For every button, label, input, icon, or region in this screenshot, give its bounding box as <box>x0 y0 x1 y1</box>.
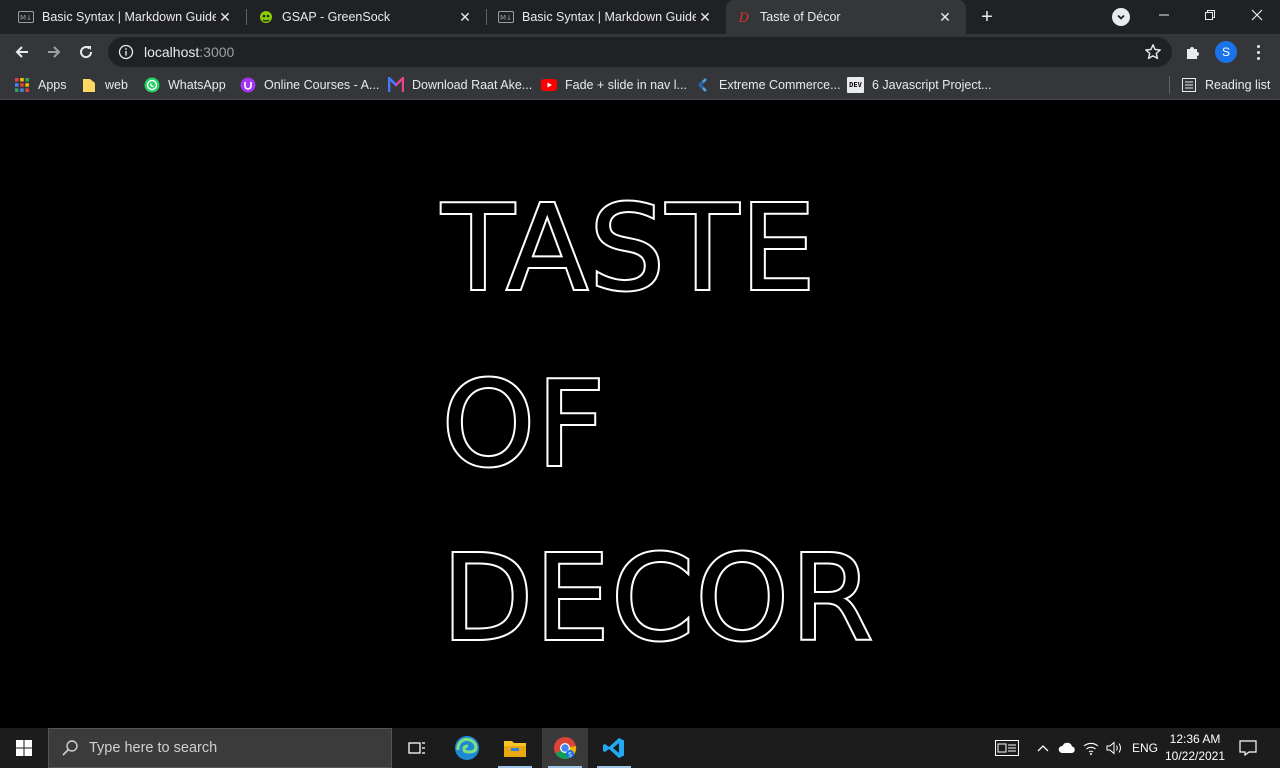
bookmark-fade-slide[interactable]: Fade + slide in nav l... <box>541 75 687 95</box>
tab-close-icon[interactable]: ✕ <box>936 8 954 26</box>
reading-list-icon <box>1181 77 1197 93</box>
tab-markdown-guide-2[interactable]: M↓ Basic Syntax | Markdown Guide ✕ <box>480 0 726 34</box>
forward-arrow-icon[interactable] <box>40 38 68 66</box>
markdown-icon: M↓ <box>498 9 514 25</box>
bookmark-label: 6 Javascript Project... <box>872 78 992 92</box>
browser-menu-icon[interactable] <box>1249 42 1267 62</box>
bookmark-online-courses[interactable]: Online Courses - A... <box>240 75 379 95</box>
reading-list-label: Reading list <box>1205 78 1271 92</box>
system-clock[interactable]: 12:36 AM 10/22/2021 <box>1162 731 1228 765</box>
clock-date: 10/22/2021 <box>1164 749 1226 763</box>
bookmark-label: web <box>105 78 128 92</box>
vscode-icon[interactable] <box>591 728 637 768</box>
task-view-icon[interactable] <box>394 728 440 768</box>
edge-browser-icon[interactable] <box>444 728 490 768</box>
hero-line-of: OF <box>440 355 607 493</box>
bookmark-extreme-commerce[interactable]: Extreme Commerce... <box>695 75 841 95</box>
tab-close-icon[interactable]: ✕ <box>456 8 474 26</box>
address-bar[interactable]: localhost:3000 <box>108 37 1172 67</box>
close-window-icon[interactable] <box>1234 0 1280 30</box>
tab-close-icon[interactable]: ✕ <box>216 8 234 26</box>
decor-d-icon: D <box>736 9 752 25</box>
tab-taste-of-decor[interactable]: D Taste of Décor ✕ <box>726 0 966 34</box>
reload-icon[interactable] <box>72 38 100 66</box>
tab-gsap-greensock[interactable]: GSAP - GreenSock ✕ <box>240 0 486 34</box>
chrome-icon[interactable]: S <box>542 728 588 768</box>
tab-title: Basic Syntax | Markdown Guide <box>42 10 216 24</box>
tab-title: Basic Syntax | Markdown Guide <box>522 10 696 24</box>
wifi-icon[interactable] <box>1080 728 1102 768</box>
url-host: localhost <box>144 44 200 60</box>
back-arrow-icon[interactable] <box>8 38 36 66</box>
bookmarks-bar: Apps web WhatsApp Online Courses - A... … <box>0 70 1280 100</box>
folder-icon <box>81 77 97 93</box>
site-info-icon[interactable] <box>118 44 134 60</box>
tab-title: Taste of Décor <box>760 10 841 24</box>
news-widget-icon[interactable] <box>990 728 1024 768</box>
bookmark-label: Fade + slide in nav l... <box>565 78 687 92</box>
bookmarks-separator <box>1169 76 1170 94</box>
browser-toolbar: localhost:3000 S <box>0 34 1280 70</box>
url-port: :3000 <box>199 44 235 60</box>
extreme-commerce-icon <box>695 77 711 93</box>
bookmark-label: Download Raat Ake... <box>412 78 533 92</box>
minimize-icon[interactable] <box>1141 0 1187 30</box>
svg-text:M↓: M↓ <box>20 14 32 22</box>
extensions-puzzle-icon[interactable] <box>1183 42 1203 62</box>
dev-icon: DEV <box>847 77 864 93</box>
m-logo-icon <box>388 77 404 93</box>
windows-start-icon[interactable] <box>0 728 48 768</box>
tab-strip: M↓ Basic Syntax | Markdown Guide ✕ GSAP … <box>0 0 1280 34</box>
taskbar-search-input[interactable]: Type here to search <box>48 728 392 768</box>
bookmark-javascript-projects[interactable]: DEV 6 Javascript Project... <box>847 75 992 95</box>
reading-list-button[interactable]: Reading list <box>1181 75 1270 95</box>
restore-icon[interactable] <box>1187 0 1233 30</box>
svg-text:S: S <box>568 752 572 759</box>
search-icon <box>61 739 79 757</box>
bookmark-star-icon[interactable] <box>1144 43 1162 61</box>
bookmark-label: WhatsApp <box>168 78 226 92</box>
bookmark-apps[interactable]: Apps <box>14 75 67 95</box>
onedrive-cloud-icon[interactable] <box>1056 728 1078 768</box>
youtube-icon <box>541 77 557 93</box>
bookmark-web-folder[interactable]: web <box>81 75 128 95</box>
notifications-icon[interactable] <box>1234 728 1262 768</box>
svg-text:M↓: M↓ <box>500 14 512 22</box>
volume-icon[interactable] <box>1104 728 1126 768</box>
profile-avatar[interactable]: S <box>1215 41 1237 63</box>
bookmark-label: Apps <box>38 78 67 92</box>
bookmark-label: Online Courses - A... <box>264 78 380 92</box>
file-explorer-icon[interactable] <box>492 728 538 768</box>
greensock-icon <box>258 9 274 25</box>
markdown-icon: M↓ <box>18 9 34 25</box>
tab-title: GSAP - GreenSock <box>282 10 391 24</box>
new-tab-button[interactable]: + <box>975 6 999 28</box>
chevron-up-icon[interactable] <box>1033 728 1053 768</box>
hero-line-taste: TASTE <box>440 179 818 317</box>
tab-search-chevron-icon[interactable] <box>1112 8 1130 26</box>
whatsapp-icon <box>144 77 160 93</box>
hero-line-decor: DECOR <box>440 529 875 667</box>
windows-taskbar: Type here to search S ENG 12:36 AM 10/22… <box>0 728 1280 768</box>
apps-grid-icon <box>14 77 30 93</box>
udemy-icon <box>240 77 256 93</box>
bookmark-whatsapp[interactable]: WhatsApp <box>144 75 226 95</box>
tab-close-icon[interactable]: ✕ <box>696 8 714 26</box>
page-content: TASTE OF DECOR <box>0 101 1280 727</box>
bookmark-label: Extreme Commerce... <box>719 78 841 92</box>
bookmark-download-raat[interactable]: Download Raat Ake... <box>388 75 532 95</box>
language-indicator[interactable]: ENG <box>1129 728 1161 768</box>
search-placeholder: Type here to search <box>89 740 218 756</box>
tab-markdown-guide-1[interactable]: M↓ Basic Syntax | Markdown Guide ✕ <box>0 0 246 34</box>
clock-time: 12:36 AM <box>1169 732 1221 746</box>
svg-text:D: D <box>738 11 750 25</box>
